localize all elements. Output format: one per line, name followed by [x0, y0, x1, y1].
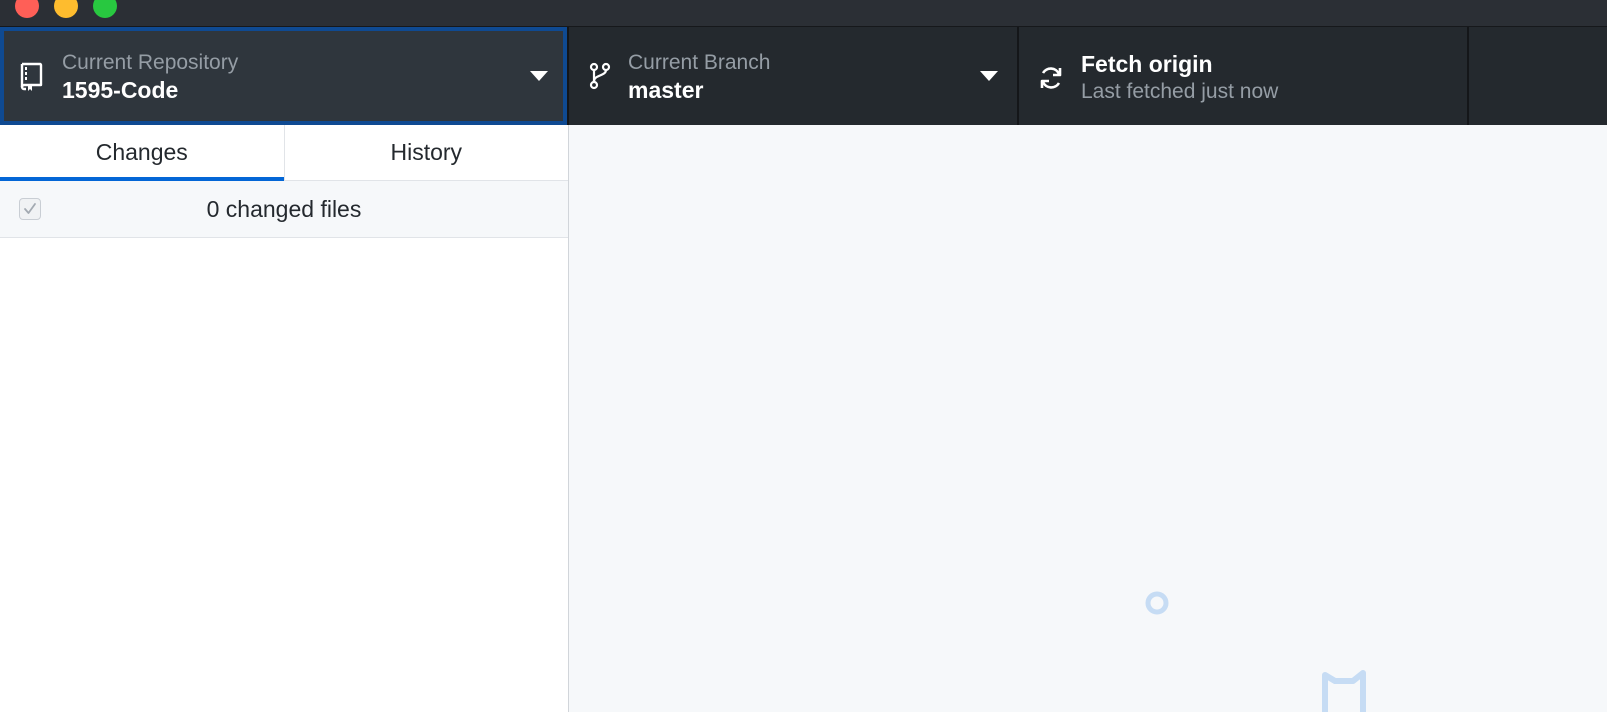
- changes-list-header: 0 changed files: [0, 181, 568, 238]
- close-window-button[interactable]: [15, 0, 39, 18]
- illustration-octocat-icon: [1322, 670, 1366, 712]
- sidebar-tabs: Changes History: [0, 125, 568, 181]
- maximize-window-button[interactable]: [93, 0, 117, 18]
- fetch-origin-title: Fetch origin: [1081, 51, 1213, 77]
- current-repository-label: Current Repository: [62, 51, 239, 74]
- select-all-checkbox[interactable]: [19, 198, 41, 220]
- toolbar: Current Repository 1595-Code Current Bra…: [0, 27, 1607, 125]
- fetch-origin-button[interactable]: Fetch origin Last fetched just now: [1019, 27, 1469, 125]
- sync-icon: [1040, 67, 1062, 89]
- branch-icon: [589, 62, 611, 90]
- current-repository-button[interactable]: Current Repository 1595-Code: [0, 27, 569, 125]
- current-branch-name: master: [628, 77, 704, 103]
- sidebar: Changes History 0 changed files: [0, 125, 569, 712]
- last-fetched-text: Last fetched just now: [1081, 80, 1279, 103]
- main-content: [569, 125, 1607, 712]
- checkmark-icon: [24, 203, 36, 214]
- tab-history[interactable]: History: [283, 125, 569, 180]
- title-bar: [0, 0, 1607, 27]
- chevron-down-icon: [980, 71, 998, 81]
- current-branch-label: Current Branch: [628, 51, 771, 74]
- tab-history-label: History: [390, 139, 463, 165]
- changed-files-list: [0, 238, 568, 712]
- current-branch-button[interactable]: Current Branch master: [569, 27, 1019, 125]
- app-window: Current Repository 1595-Code Current Bra…: [0, 0, 1607, 712]
- current-repository-name: 1595-Code: [62, 77, 179, 103]
- minimize-window-button[interactable]: [54, 0, 78, 18]
- repo-icon: [20, 62, 43, 91]
- changed-files-count: 0 changed files: [206, 195, 362, 222]
- illustration-circle-icon: [1145, 591, 1169, 615]
- tab-changes[interactable]: Changes: [0, 125, 284, 181]
- tab-changes-label: Changes: [95, 139, 188, 165]
- chevron-down-icon: [530, 71, 548, 81]
